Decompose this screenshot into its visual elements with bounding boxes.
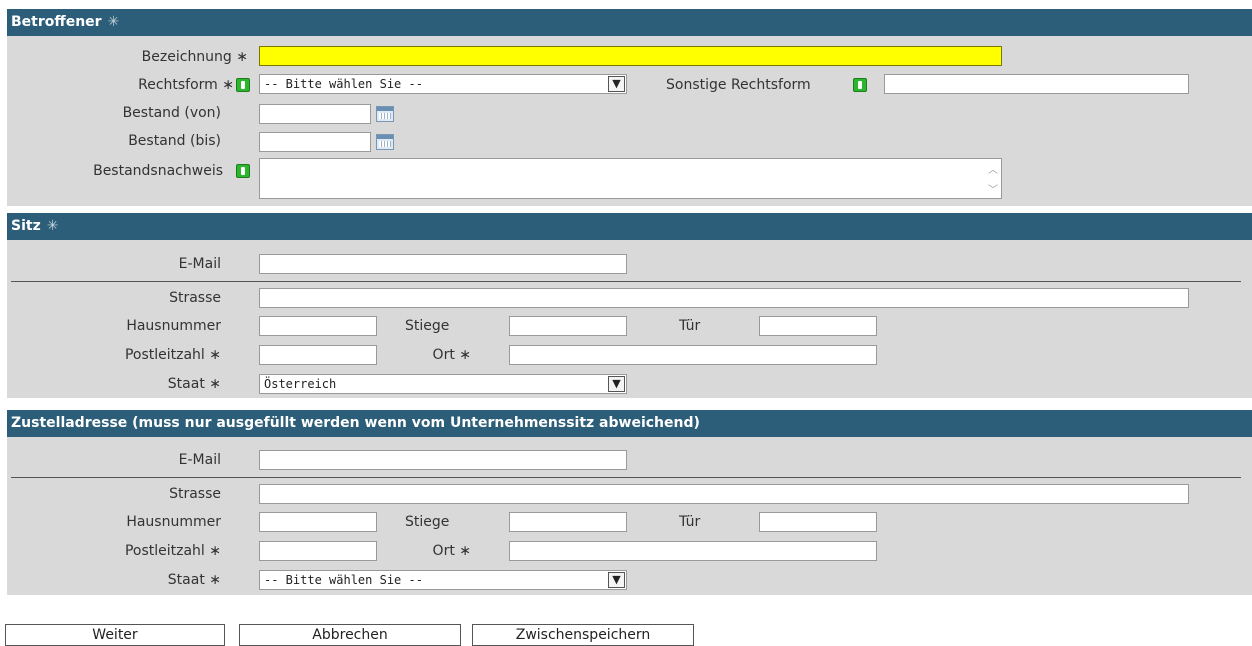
email-input[interactable] xyxy=(259,254,627,274)
bestandsnachweis-label: Bestandsnachweis xyxy=(93,163,223,179)
postleitzahl-input[interactable] xyxy=(259,345,377,365)
zustell-strasse-label: Strasse xyxy=(169,486,221,502)
zustell-staat-selected: -- Bitte wählen Sie -- xyxy=(264,573,423,587)
section-title: Zustelladresse (muss nur ausgefüllt werd… xyxy=(11,415,700,431)
stiege-label: Stiege xyxy=(405,318,450,334)
sonstige-rechtsform-label: Sonstige Rechtsform xyxy=(666,77,811,93)
divider xyxy=(11,477,1241,478)
zustell-email-label: E-Mail xyxy=(178,452,221,468)
stiege-input[interactable] xyxy=(509,316,627,336)
staat-select[interactable]: Österreich ▼ xyxy=(259,374,627,394)
info-icon[interactable] xyxy=(853,78,867,92)
calendar-icon[interactable] xyxy=(376,106,394,122)
zustell-tuer-label: Tür xyxy=(679,514,701,530)
strasse-input[interactable] xyxy=(259,288,1189,308)
chevron-down-icon: ▼ xyxy=(608,76,625,92)
bestand-von-input[interactable] xyxy=(259,104,371,124)
tuer-label: Tür xyxy=(679,318,701,334)
hausnummer-input[interactable] xyxy=(259,316,377,336)
info-icon[interactable] xyxy=(236,78,250,92)
required-star-icon: ✳ xyxy=(107,14,120,30)
staat-label: Staat ∗ xyxy=(167,376,221,392)
tuer-input[interactable] xyxy=(759,316,877,336)
section-title: Betroffener xyxy=(11,14,102,30)
calendar-icon[interactable] xyxy=(376,134,394,150)
zustell-hausnummer-label: Hausnummer xyxy=(126,514,221,530)
rechtsform-select[interactable]: -- Bitte wählen Sie -- ▼ xyxy=(259,74,627,94)
scroll-down-icon[interactable]: ﹀ xyxy=(988,181,998,196)
scroll-up-icon[interactable]: ︿ xyxy=(988,161,998,176)
bestand-bis-label: Bestand (bis) xyxy=(128,133,221,149)
postleitzahl-label: Postleitzahl ∗ xyxy=(124,347,221,363)
divider xyxy=(11,281,1241,282)
zustell-stiege-input[interactable] xyxy=(509,512,627,532)
hausnummer-label: Hausnummer xyxy=(126,318,221,334)
bestand-von-label: Bestand (von) xyxy=(122,105,221,121)
strasse-label: Strasse xyxy=(169,290,221,306)
chevron-down-icon: ▼ xyxy=(608,572,625,588)
zustell-stiege-label: Stiege xyxy=(405,514,450,530)
zustell-strasse-input[interactable] xyxy=(259,484,1189,504)
sonstige-rechtsform-input[interactable] xyxy=(884,74,1189,94)
section-header-betroffener: Betroffener ✳ xyxy=(7,9,1252,36)
zustell-hausnummer-input[interactable] xyxy=(259,512,377,532)
bestandsnachweis-textarea[interactable]: ︿ ﹀ xyxy=(259,158,1002,199)
chevron-down-icon: ▼ xyxy=(608,376,625,392)
zustell-ort-label: Ort ∗ xyxy=(432,543,471,559)
zustell-postleitzahl-label: Postleitzahl ∗ xyxy=(124,543,221,559)
rechtsform-selected: -- Bitte wählen Sie -- xyxy=(264,77,423,91)
info-icon[interactable] xyxy=(236,164,250,178)
zustell-ort-input[interactable] xyxy=(509,541,877,561)
zustell-staat-label: Staat ∗ xyxy=(167,572,221,588)
ort-label: Ort ∗ xyxy=(432,347,471,363)
section-header-zustelladresse: Zustelladresse (muss nur ausgefüllt werd… xyxy=(7,410,1252,437)
zustell-tuer-input[interactable] xyxy=(759,512,877,532)
section-title: Sitz xyxy=(11,218,41,234)
email-label: E-Mail xyxy=(178,256,221,272)
required-star-icon: ✳ xyxy=(46,218,59,234)
rechtsform-label: Rechtsform ∗ xyxy=(138,77,234,93)
bezeichnung-input[interactable] xyxy=(259,46,1002,66)
ort-input[interactable] xyxy=(509,345,877,365)
zustell-staat-select[interactable]: -- Bitte wählen Sie -- ▼ xyxy=(259,570,627,590)
bezeichnung-label: Bezeichnung ∗ xyxy=(141,49,248,65)
bestand-bis-input[interactable] xyxy=(259,132,371,152)
zustell-postleitzahl-input[interactable] xyxy=(259,541,377,561)
staat-selected: Österreich xyxy=(264,377,337,391)
section-header-sitz: Sitz ✳ xyxy=(7,213,1252,240)
zustell-email-input[interactable] xyxy=(259,450,627,470)
